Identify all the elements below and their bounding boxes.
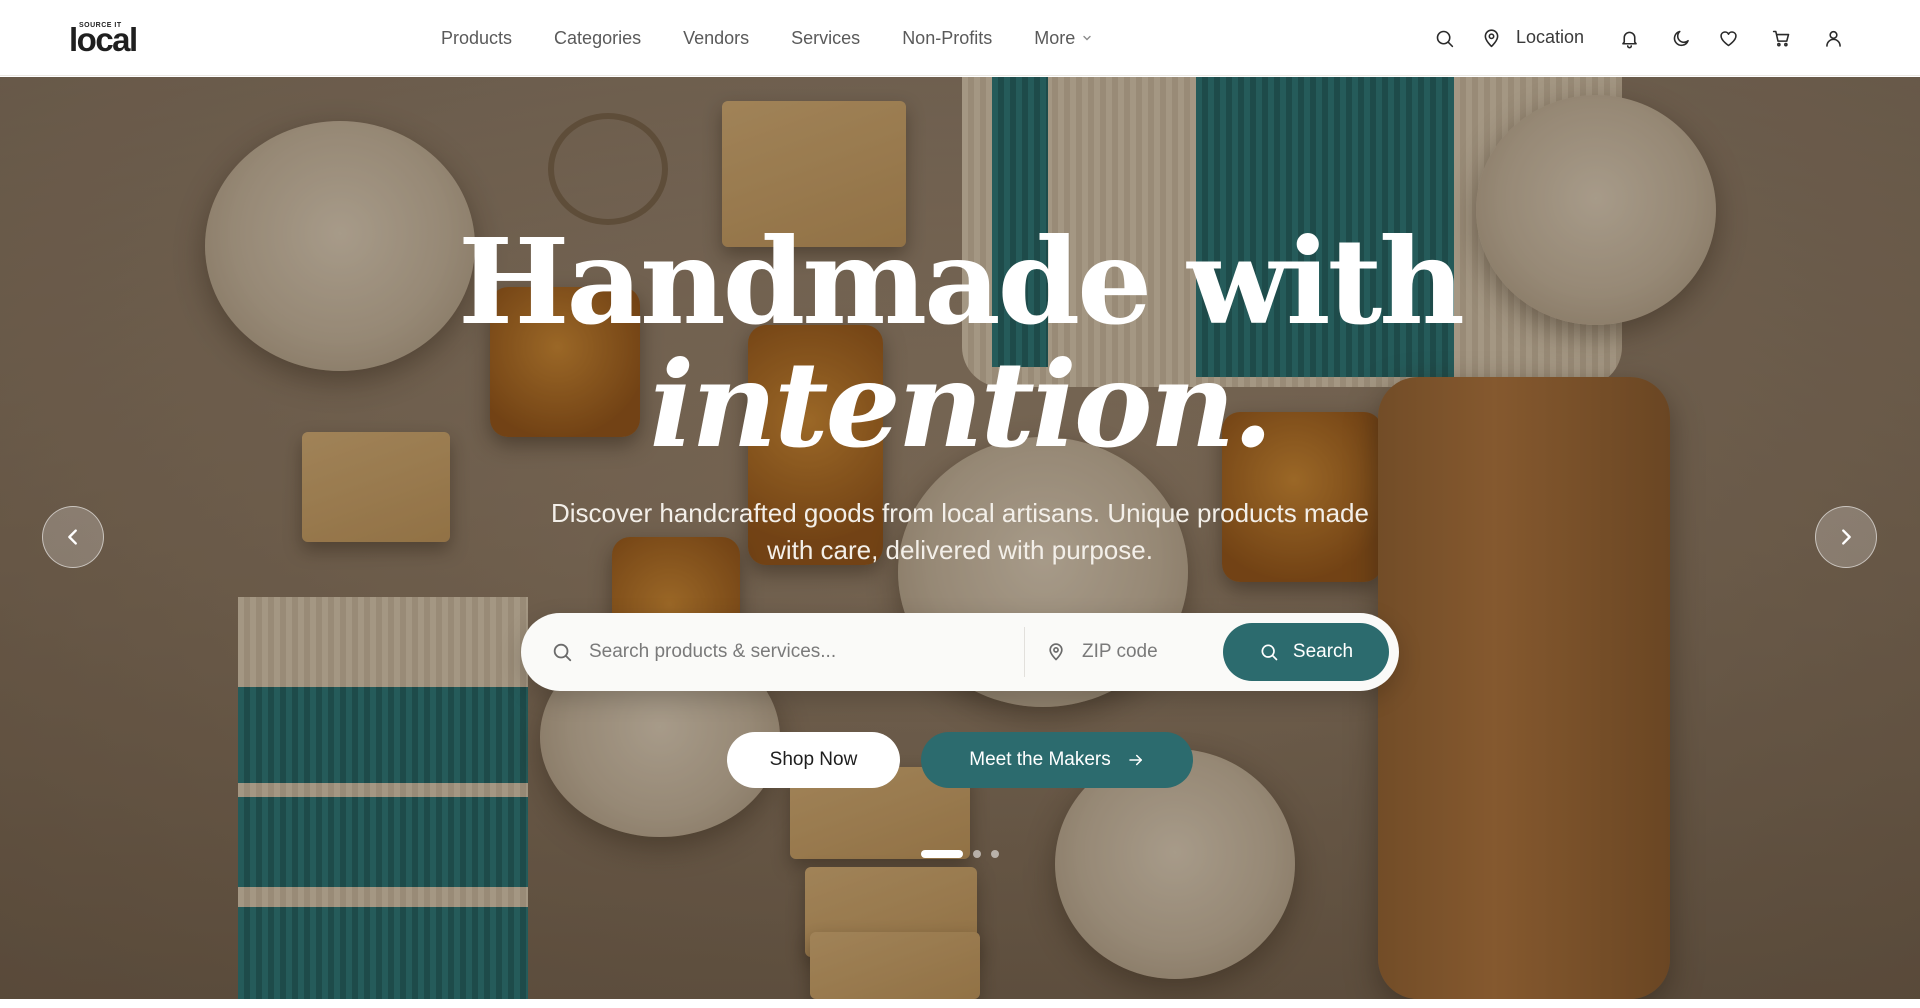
- zip-code-input[interactable]: [1082, 633, 1212, 671]
- moon-icon[interactable]: [1669, 26, 1693, 50]
- main-nav: Products Categories Vendors Services Non…: [441, 0, 1134, 76]
- nav-item-categories[interactable]: Categories: [554, 28, 641, 49]
- search-button-label: Search: [1292, 641, 1354, 662]
- arrow-right-icon: [1127, 751, 1145, 769]
- bell-icon[interactable]: [1617, 26, 1641, 50]
- carousel-next-button[interactable]: [1815, 506, 1877, 568]
- hero-subtitle: Discover handcrafted goods from local ar…: [510, 495, 1410, 569]
- nav-item-services[interactable]: Services: [791, 28, 860, 49]
- shop-now-label: Shop Now: [769, 749, 858, 770]
- meet-the-makers-button[interactable]: Meet the Makers: [921, 732, 1193, 788]
- nav-more-label: More: [1034, 27, 1076, 48]
- hero-subtitle-line-1: Discover handcrafted goods from local ar…: [551, 498, 1369, 528]
- carousel-dot-1[interactable]: [921, 850, 963, 858]
- search-icon: [1259, 642, 1279, 662]
- carousel-prev-button[interactable]: [42, 506, 104, 568]
- nav-item-products[interactable]: Products: [441, 28, 512, 49]
- site-logo[interactable]: SOURCE IT local: [69, 21, 141, 58]
- search-input[interactable]: [589, 633, 1009, 671]
- hero-title: Handmade with intention.: [0, 221, 1920, 467]
- site-header: SOURCE IT local Products Categories Vend…: [0, 0, 1920, 76]
- carousel-dot-2[interactable]: [973, 850, 981, 858]
- hero-subtitle-line-2: with care, delivered with purpose.: [767, 535, 1153, 565]
- carousel-dot-3[interactable]: [991, 850, 999, 858]
- nav-item-more[interactable]: More: [1034, 28, 1092, 49]
- meet-the-makers-label: Meet the Makers: [969, 749, 1111, 770]
- user-icon[interactable]: [1821, 26, 1845, 50]
- chevron-left-icon: [68, 529, 77, 545]
- location-pin-icon: [1046, 641, 1066, 663]
- nav-item-non-profits[interactable]: Non-Profits: [902, 28, 992, 49]
- nav-item-vendors[interactable]: Vendors: [683, 28, 749, 49]
- chevron-down-icon: [1083, 35, 1091, 41]
- search-divider: [1024, 627, 1025, 677]
- search-icon: [551, 641, 573, 663]
- location-label[interactable]: Location: [1516, 27, 1584, 48]
- cart-icon[interactable]: [1769, 26, 1793, 50]
- hero-title-line-1: Handmade with: [458, 212, 1465, 351]
- hero-title-line-2: intention.: [649, 335, 1274, 474]
- hero-search-bar: Search: [521, 613, 1399, 691]
- shop-now-button[interactable]: Shop Now: [727, 732, 900, 788]
- logo-wordmark: local: [69, 21, 138, 58]
- search-icon[interactable]: [1432, 26, 1456, 50]
- chevron-right-icon: [1842, 529, 1851, 545]
- search-button[interactable]: Search: [1223, 623, 1389, 681]
- hero-banner: Handmade with intention. Discover handcr…: [0, 77, 1920, 999]
- heart-icon[interactable]: [1716, 26, 1740, 50]
- location-pin-icon[interactable]: [1479, 26, 1503, 50]
